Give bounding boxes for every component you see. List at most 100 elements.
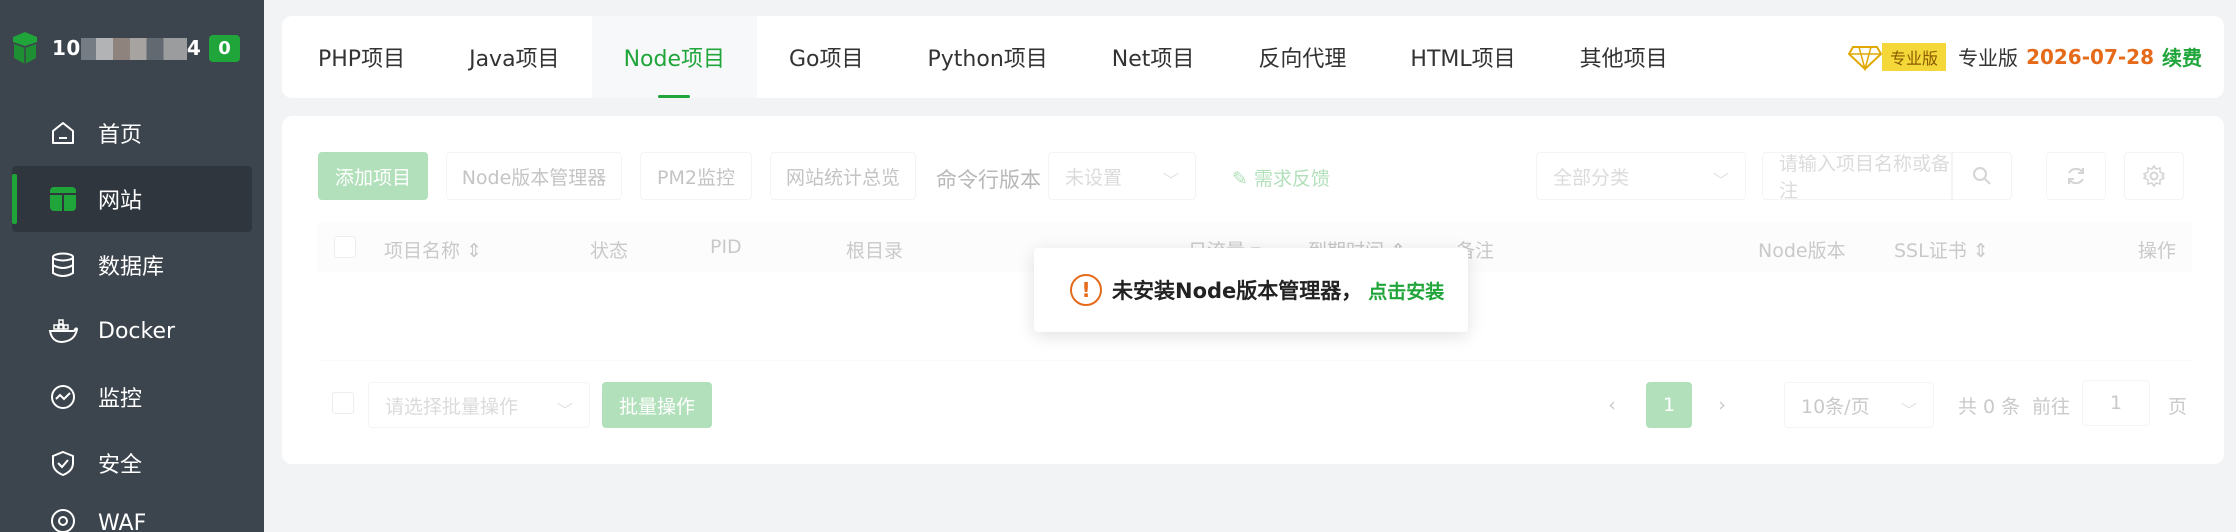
sidebar: 10 4 0 首页 网站 数据库 Docker 监控 安全 WAF: [0, 0, 264, 532]
node-manager-button[interactable]: Node版本管理器: [446, 152, 622, 200]
website-icon: [48, 184, 78, 214]
sidebar-item-waf[interactable]: WAF: [12, 496, 252, 532]
pro-status: 专业版 专业版 2026-07-28 续费: [1848, 42, 2202, 71]
ip-prefix: 10: [52, 35, 81, 60]
column-header-root: 根目录: [846, 240, 904, 262]
edition-label: 专业版: [1958, 46, 2019, 70]
sidebar-item-label: 网站: [98, 189, 143, 214]
page-number-current[interactable]: 1: [1646, 382, 1692, 428]
prev-page-button[interactable]: ‹: [1592, 382, 1632, 428]
sort-icon: ⇕: [466, 240, 482, 262]
gear-icon: [2143, 165, 2165, 187]
search-placeholder: 请输入项目名称或备注: [1779, 153, 1951, 202]
message-badge[interactable]: 0: [209, 34, 240, 62]
goto-page-input[interactable]: 1: [2082, 380, 2150, 426]
chevron-left-icon: ‹: [1608, 394, 1616, 416]
ip-mask: [80, 38, 187, 61]
expire-date: 2026-07-28: [2026, 44, 2154, 69]
shield-icon: [48, 448, 78, 478]
tab-go[interactable]: Go项目: [757, 16, 896, 98]
renew-link[interactable]: 续费: [2162, 42, 2202, 71]
sidebar-nav: 首页 网站 数据库 Docker 监控 安全 WAF: [12, 100, 252, 532]
sidebar-item-label: Docker: [98, 318, 176, 344]
chevron-right-icon: ›: [1718, 394, 1726, 416]
sidebar-item-database[interactable]: 数据库: [12, 232, 252, 298]
brand: 10 4 0: [10, 28, 240, 68]
cli-version-select[interactable]: 未设置 ﹀: [1048, 152, 1196, 200]
column-label: 项目名称: [384, 240, 461, 262]
chevron-down-icon: ﹀: [1162, 171, 1179, 190]
add-project-button[interactable]: 添加项目: [318, 152, 428, 200]
tab-python[interactable]: Python项目: [896, 16, 1080, 98]
sidebar-item-security[interactable]: 安全: [12, 430, 252, 496]
page-unit-label: 页: [2168, 396, 2188, 418]
pro-tag: 专业版: [1882, 42, 1947, 71]
feedback-link[interactable]: ✎ 需求反馈: [1232, 164, 1330, 191]
table-divider: [318, 360, 2192, 361]
edit-icon: ✎: [1232, 168, 1254, 190]
database-icon: [48, 250, 78, 280]
sidebar-item-label: 数据库: [98, 255, 165, 280]
sidebar-item-label: 首页: [98, 123, 143, 148]
sidebar-item-home[interactable]: 首页: [12, 100, 252, 166]
page-size-select[interactable]: 10条/页 ﹀: [1784, 382, 1934, 428]
cli-version-value: 未设置: [1065, 166, 1123, 189]
batch-placeholder: 请选择批量操作: [385, 395, 519, 418]
home-icon: [48, 118, 78, 148]
batch-action-button[interactable]: 批量操作: [602, 382, 712, 428]
sidebar-item-label: 安全: [98, 453, 143, 478]
category-select[interactable]: 全部分类 ﹀: [1536, 152, 1746, 200]
refresh-icon: [2068, 167, 2084, 185]
column-header-actions: 操作: [2138, 240, 2177, 262]
tab-java[interactable]: Java项目: [437, 16, 591, 98]
goto-label: 前往: [2032, 396, 2071, 418]
column-label: SSL证书: [1894, 240, 1967, 262]
sidebar-item-docker[interactable]: Docker: [12, 298, 252, 364]
next-page-button[interactable]: ›: [1702, 382, 1742, 428]
select-all-checkbox[interactable]: [334, 236, 356, 258]
chevron-down-icon: ﹀: [1712, 171, 1729, 190]
waf-icon: [48, 506, 78, 532]
site-stats-button[interactable]: 网站统计总览: [770, 152, 916, 200]
tab-net[interactable]: Net项目: [1080, 16, 1227, 98]
column-header-ssl[interactable]: SSL证书 ⇕: [1894, 236, 1989, 263]
search-input[interactable]: 请输入项目名称或备注: [1762, 152, 1952, 202]
chevron-down-icon: ﹀: [1900, 401, 1917, 420]
sort-icon: ⇕: [1972, 240, 1989, 262]
settings-button[interactable]: [2124, 152, 2184, 200]
project-type-bar: PHP项目 Java项目 Node项目 Go项目 Python项目 Net项目 …: [282, 16, 2224, 98]
column-header-status: 状态: [590, 240, 629, 262]
cli-version-label: 命令行版本: [936, 168, 1041, 192]
warning-icon: !: [1070, 274, 1102, 306]
batch-action-select[interactable]: 请选择批量操作 ﹀: [368, 382, 590, 428]
chevron-down-icon: ﹀: [556, 401, 573, 420]
diamond-icon: [1848, 45, 1883, 71]
pm2-monitor-button[interactable]: PM2监控: [640, 152, 752, 200]
install-link[interactable]: 点击安装: [1368, 277, 1444, 304]
column-header-pid: PID: [710, 236, 742, 258]
tab-php[interactable]: PHP项目: [286, 16, 437, 98]
tab-node[interactable]: Node项目: [591, 16, 757, 98]
server-ip: 10 4: [52, 36, 201, 61]
feedback-label: 需求反馈: [1253, 168, 1330, 190]
warning-toast: ! 未安装Node版本管理器， 点击安装: [1034, 248, 1468, 332]
sidebar-item-website[interactable]: 网站: [12, 166, 252, 232]
page-size-value: 10条/页: [1801, 395, 1870, 418]
ip-suffix: 4: [186, 35, 202, 60]
refresh-button[interactable]: [2046, 152, 2106, 200]
batch-checkbox[interactable]: [332, 392, 354, 414]
total-count: 共 0 条: [1958, 396, 2021, 418]
tab-html[interactable]: HTML项目: [1378, 16, 1547, 98]
monitor-icon: [48, 382, 78, 412]
tab-reverse-proxy[interactable]: 反向代理: [1226, 16, 1378, 98]
tab-other[interactable]: 其他项目: [1548, 16, 1700, 98]
logo-icon: [13, 32, 37, 64]
docker-icon: [48, 316, 78, 346]
sidebar-item-label: WAF: [98, 511, 147, 532]
category-value: 全部分类: [1553, 166, 1630, 189]
toast-message: 未安装Node版本管理器，: [1112, 279, 1363, 303]
column-header-name[interactable]: 项目名称 ⇕: [384, 236, 482, 263]
column-header-node-version: Node版本: [1758, 240, 1846, 262]
sidebar-item-monitor[interactable]: 监控: [12, 364, 252, 430]
search-button[interactable]: [1952, 152, 2012, 200]
